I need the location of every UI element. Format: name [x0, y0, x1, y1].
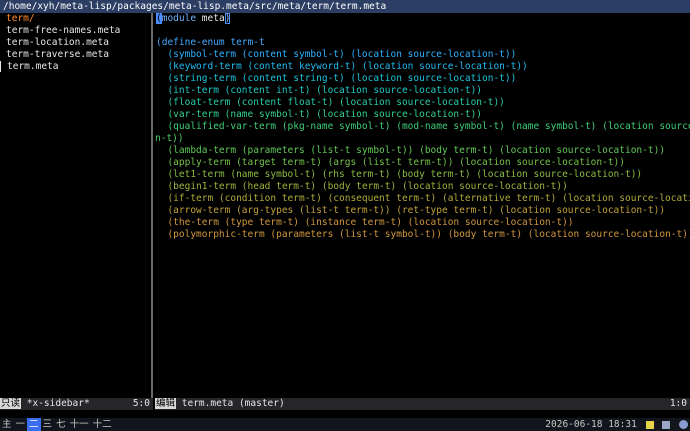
taskbar: 主一二三七十一 十二 2026-06-18 18:31	[0, 418, 690, 431]
code-line: (float-term (content float-t) (location …	[156, 97, 505, 108]
sidebar-item-term-free-names[interactable]: term-free-names.meta	[0, 25, 151, 37]
editor-buffer-name: term.meta (master)	[181, 398, 285, 409]
matching-paren: )	[224, 13, 231, 24]
editor-modeline: 编辑 term.meta (master) 1:0	[155, 398, 690, 410]
power-icon[interactable]	[679, 420, 688, 429]
sidebar-buffer-name: *x-sidebar*	[26, 398, 90, 409]
code-line: (qualified-var-term (pkg-name symbol-t) …	[156, 121, 690, 132]
sidebar-modeline: 只读 *x-sidebar* 5:0	[0, 398, 153, 410]
workspace-button[interactable]: 二	[27, 418, 41, 431]
code-line: (module meta)	[155, 13, 690, 25]
code-line: (string-term (content string-t) (locatio…	[156, 73, 517, 84]
read-only-badge: 只读	[0, 398, 22, 409]
code-line: (keyword-term (content keyword-t) (locat…	[156, 61, 528, 72]
code-line: (int-term (content int-t) (location sour…	[156, 85, 483, 96]
code-line: (arrow-term (arg-types (list-t term-t)) …	[156, 205, 666, 216]
code-line: (polymorphic-term (parameters (list-t sy…	[156, 229, 690, 240]
tray-indicator-icon[interactable]	[645, 420, 654, 429]
sidebar-cursor	[0, 61, 7, 72]
workspace-list: 主一二三七十一 十二	[0, 418, 114, 431]
code-line: (begin1-term (head term-t) (body term-t)…	[156, 181, 568, 192]
module-name: meta	[201, 13, 225, 24]
sidebar-item-term-location[interactable]: term-location.meta	[0, 37, 151, 49]
code-editor[interactable]: (module meta) (define-enum term-t (symbo…	[155, 13, 690, 398]
workspace-button[interactable]: 三	[41, 418, 55, 431]
module-keyword: module	[161, 13, 197, 24]
workspace-button[interactable]: 七	[54, 418, 68, 431]
sidebar-item-label: term.meta	[7, 61, 59, 72]
workspace-button[interactable]: 十一	[68, 418, 91, 431]
code-line: (the-term (type term-t) (instance term-t…	[156, 217, 574, 228]
code-line: n-t))	[155, 133, 184, 144]
code-line: (if-term (condition term-t) (consequent …	[156, 193, 690, 204]
code-line: (lambda-term (parameters (list-t symbol-…	[156, 145, 666, 156]
code-line: (var-term (name symbol-t) (location sour…	[156, 109, 483, 120]
code-line: (apply-term (target term-t) (args (list-…	[156, 157, 625, 168]
sidebar-item-term-meta[interactable]: term.meta	[0, 61, 151, 73]
edit-mode-badge: 编辑	[155, 398, 177, 409]
clock: 2026-06-18 18:31	[545, 419, 637, 430]
system-tray: 2026-06-18 18:31	[545, 418, 688, 431]
code-body: (define-enum term-t (symbol-term (conten…	[155, 25, 690, 241]
editor-cursor-position: 1:0	[669, 398, 687, 409]
file-sidebar[interactable]: term/ term-free-names.meta term-location…	[0, 13, 153, 398]
workspace-button[interactable]: 一	[14, 418, 28, 431]
sidebar-item-term-dir[interactable]: term/	[0, 13, 151, 25]
sidebar-item-term-traverse[interactable]: term-traverse.meta	[0, 49, 151, 61]
sidebar-cursor-position: 5:0	[132, 398, 150, 409]
tray-window-icon[interactable]	[662, 420, 671, 429]
code-line: (let1-term (name symbol-t) (rhs term-t) …	[156, 169, 643, 180]
workspace-button[interactable]: 十二	[91, 418, 114, 431]
code-line: (define-enum term-t	[156, 37, 265, 48]
file-path-bar: /home/xyh/meta-lisp/packages/meta-lisp.m…	[0, 0, 690, 13]
code-line: (symbol-term (content symbol-t) (locatio…	[156, 49, 517, 60]
workspace-button[interactable]: 主	[0, 418, 14, 431]
